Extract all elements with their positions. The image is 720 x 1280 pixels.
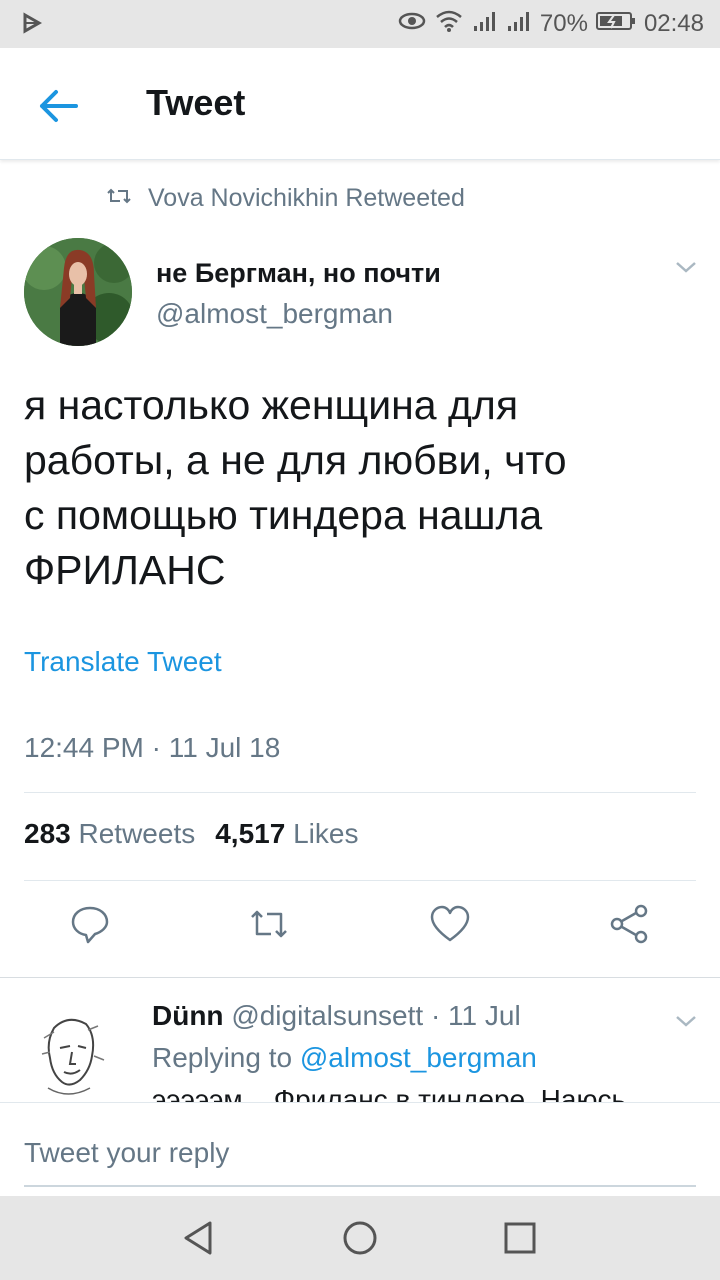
clock: 02:48 — [643, 10, 704, 37]
tweet-timestamp: 12:44 PM · 11 Jul 18 — [24, 732, 281, 763]
wifi-icon — [434, 9, 464, 40]
reply-avatar[interactable] — [24, 1008, 112, 1102]
retweets-count: 283 — [24, 818, 71, 849]
page-title: Tweet — [146, 82, 246, 123]
signal-icon — [472, 10, 498, 39]
heart-icon[interactable] — [428, 902, 472, 946]
reply-author-name[interactable]: Dünn — [152, 1000, 224, 1031]
author-name[interactable]: не Бергман, но почти — [156, 258, 441, 289]
battery-percent: 70% — [539, 10, 588, 37]
replying-to-label: Replying to — [152, 1042, 293, 1073]
battery-charging-icon — [595, 10, 636, 39]
reply-text: эээээм... Фриланс в тиндере. Наюсь — [152, 1084, 627, 1102]
tweet-text: я настолько женщина для работы, а не для… — [24, 382, 567, 593]
reply-date: · 11 Jul — [430, 1000, 521, 1031]
chevron-down-icon[interactable] — [674, 258, 698, 276]
author-handle[interactable]: @almost_bergman — [156, 298, 393, 330]
reply-author-handle[interactable]: @digitalsunsett — [231, 1000, 423, 1031]
translate-tweet-link[interactable]: Translate Tweet — [24, 646, 222, 678]
retweet-icon — [106, 184, 132, 213]
status-bar: 70% 02:48 — [0, 0, 720, 48]
system-nav-bar — [0, 1196, 720, 1280]
signal-icon-2 — [506, 10, 532, 39]
divider — [24, 792, 696, 793]
tweet-actions — [0, 902, 720, 958]
chevron-down-icon[interactable] — [674, 1012, 698, 1030]
retweets-label: Retweets — [78, 818, 196, 849]
nav-home-icon[interactable] — [340, 1218, 380, 1258]
likes-label: Likes — [293, 818, 359, 849]
tweet-reply-input[interactable] — [24, 1131, 696, 1187]
reply-item[interactable]: Dünn @digitalsunsett · 11 Jul Replying t… — [0, 978, 720, 1102]
back-arrow-icon[interactable] — [36, 84, 84, 128]
tweet-stats: 283 Retweets 4,517 Likes — [24, 818, 358, 850]
reply-composer — [0, 1102, 720, 1196]
play-notification-icon — [22, 12, 43, 34]
nav-back-icon[interactable] — [180, 1218, 220, 1258]
avatar[interactable] — [24, 238, 132, 346]
reply-icon[interactable] — [68, 902, 112, 946]
app-bar: Tweet — [0, 48, 720, 160]
likes-stat[interactable]: 4,517 Likes — [215, 818, 358, 850]
eye-icon — [398, 10, 426, 39]
retweets-stat[interactable]: 283 Retweets — [24, 818, 195, 850]
replying-to-mention[interactable]: @almost_bergman — [300, 1042, 537, 1073]
retweet-context: Vova Novichikhin Retweeted — [106, 184, 465, 213]
nav-recents-icon[interactable] — [500, 1218, 540, 1258]
share-icon[interactable] — [608, 902, 652, 946]
replying-to: Replying to @almost_bergman — [152, 1042, 537, 1074]
divider — [24, 880, 696, 881]
retweet-action-icon[interactable] — [247, 902, 291, 946]
likes-count: 4,517 — [215, 818, 286, 849]
retweet-context-text: Vova Novichikhin Retweeted — [148, 184, 465, 212]
reply-header: Dünn @digitalsunsett · 11 Jul — [152, 1000, 521, 1032]
